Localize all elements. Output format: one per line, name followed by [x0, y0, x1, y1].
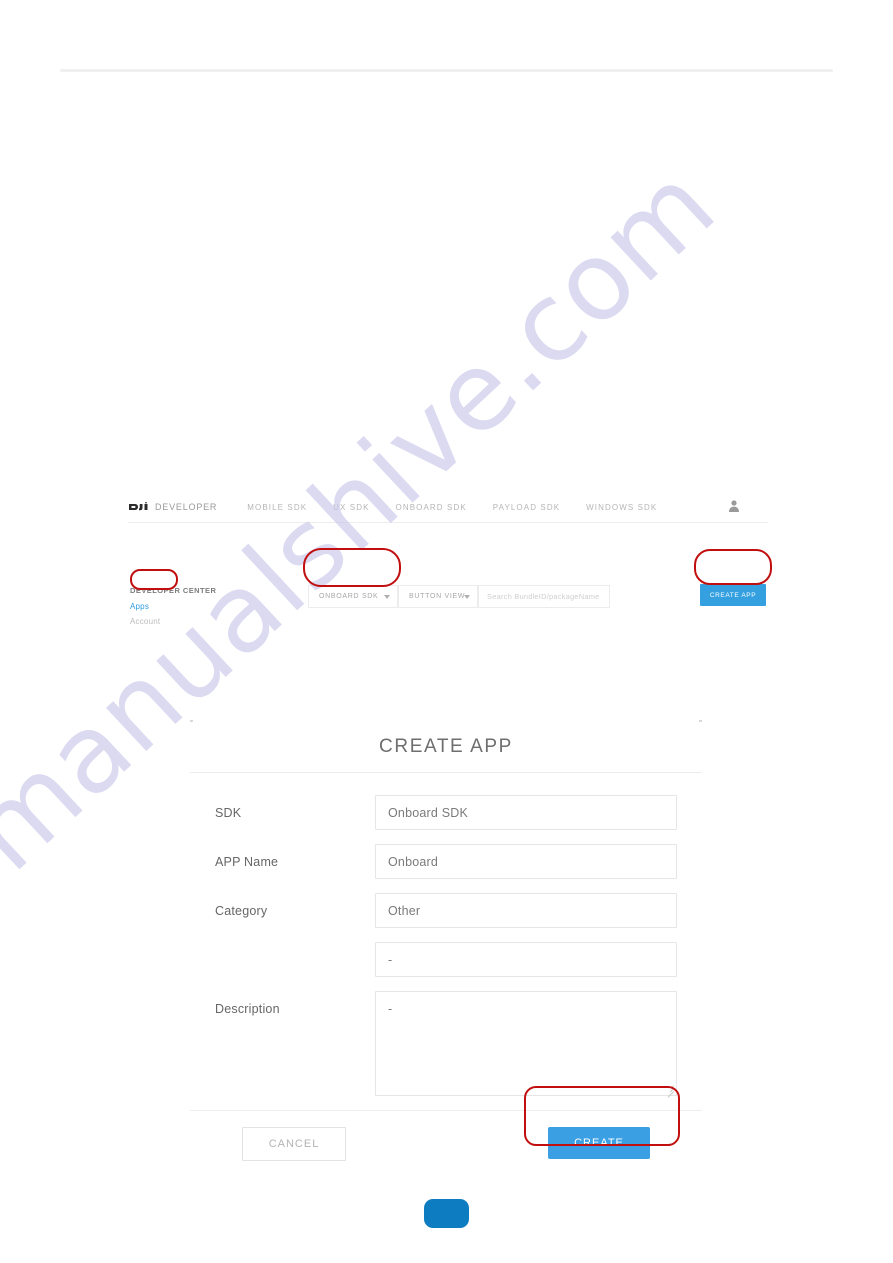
field-sdk: Onboard SDK — [375, 795, 677, 830]
view-filter-value: BUTTON VIEW — [409, 593, 466, 600]
nav-link-ux-sdk[interactable]: UX SDK — [333, 503, 369, 512]
label-sdk: SDK — [215, 806, 242, 820]
field-extra: - — [375, 942, 677, 977]
extra-value: - — [388, 952, 393, 967]
page-top-rule — [60, 69, 833, 72]
sidebar-item-apps[interactable]: Apps — [130, 602, 250, 611]
description-textarea[interactable]: - — [375, 991, 677, 1098]
filters: ONBOARD SDK BUTTON VIEW Search BundleID/… — [308, 585, 610, 608]
card-tick-left — [190, 720, 193, 722]
navbar: DEVELOPER MOBILE SDK UX SDK ONBOARD SDK … — [128, 492, 768, 523]
field-app-name: Onboard — [375, 844, 677, 879]
create-app-dialog: CREATE APP SDK Onboard SDK APP Name Onbo… — [190, 720, 702, 1177]
app-name-value: Onboard — [388, 854, 439, 869]
create-app-button[interactable]: CREATE APP — [700, 584, 766, 606]
chevron-down-icon — [384, 595, 390, 599]
nav-link-payload-sdk[interactable]: PAYLOAD SDK — [493, 503, 560, 512]
dialog-cancel-button[interactable]: CANCEL — [242, 1127, 346, 1161]
nav-link-mobile-sdk[interactable]: MOBILE SDK — [247, 503, 307, 512]
brand[interactable]: DEVELOPER — [128, 502, 217, 512]
card-corner-ticks — [190, 720, 702, 724]
search-placeholder: Search BundleID/packageName — [487, 592, 600, 601]
sdk-select[interactable]: Onboard SDK — [375, 795, 677, 830]
label-category: Category — [215, 904, 268, 918]
view-filter-select[interactable]: BUTTON VIEW — [398, 585, 478, 608]
sidebar: DEVELOPER CENTER Apps Account — [130, 586, 250, 632]
dji-logo-icon — [128, 502, 150, 512]
resize-handle-icon[interactable] — [665, 1084, 674, 1098]
nav-links: MOBILE SDK UX SDK ONBOARD SDK PAYLOAD SD… — [247, 503, 657, 512]
sdk-filter-select[interactable]: ONBOARD SDK — [308, 585, 398, 608]
app-screenshot: DEVELOPER MOBILE SDK UX SDK ONBOARD SDK … — [128, 492, 768, 626]
create-app-form: SDK Onboard SDK APP Name Onboard Categor… — [190, 773, 702, 1098]
label-description: Description — [215, 1002, 280, 1016]
nav-link-windows-sdk[interactable]: WINDOWS SDK — [586, 503, 657, 512]
form-row-extra: - — [215, 942, 677, 977]
form-row-sdk: SDK Onboard SDK — [215, 795, 677, 830]
form-row-category: Category Other — [215, 893, 677, 928]
label-app-name: APP Name — [215, 855, 279, 869]
description-value: - — [388, 1002, 393, 1016]
extra-input[interactable]: - — [375, 942, 677, 977]
chevron-down-icon — [464, 595, 470, 599]
category-select-value: Other — [388, 903, 421, 918]
user-icon[interactable] — [728, 499, 740, 513]
sdk-filter-value: ONBOARD SDK — [319, 593, 379, 600]
category-select[interactable]: Other — [375, 893, 677, 928]
field-description: - — [375, 991, 677, 1098]
toolbar: DEVELOPER CENTER Apps Account ONBOARD SD… — [128, 523, 768, 626]
field-category: Other — [375, 893, 677, 928]
nav-link-onboard-sdk[interactable]: ONBOARD SDK — [396, 503, 467, 512]
sidebar-item-account[interactable]: Account — [130, 617, 250, 626]
page-number-badge — [424, 1199, 469, 1228]
sidebar-title: DEVELOPER CENTER — [130, 586, 217, 595]
sdk-select-value: Onboard SDK — [388, 805, 469, 820]
form-row-description: Description - — [215, 991, 677, 1098]
label-extra — [215, 942, 375, 953]
app-name-input[interactable]: Onboard — [375, 844, 677, 879]
dialog-title: CREATE APP — [379, 736, 513, 757]
dialog-footer: CANCEL CREATE — [190, 1111, 702, 1177]
card-tick-right — [699, 720, 702, 722]
search-input[interactable]: Search BundleID/packageName — [478, 585, 610, 608]
dialog-create-button[interactable]: CREATE — [548, 1127, 650, 1159]
brand-label: DEVELOPER — [155, 502, 218, 512]
form-row-app-name: APP Name Onboard — [215, 844, 677, 879]
